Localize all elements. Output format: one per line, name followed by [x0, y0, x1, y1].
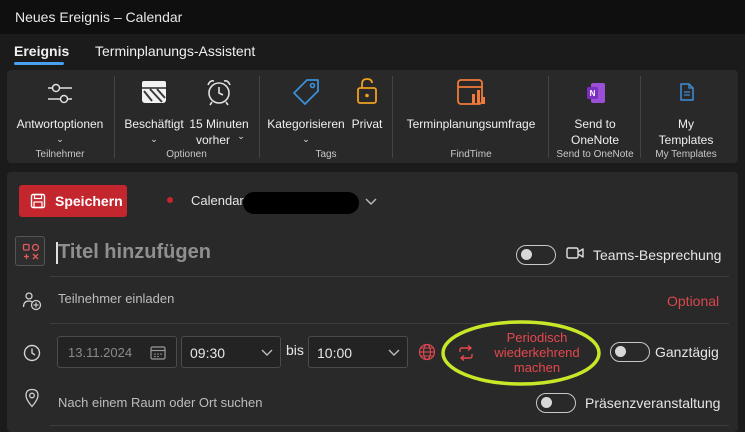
tag-icon	[293, 79, 319, 105]
calendar-selector[interactable]: Calendar	[165, 192, 385, 214]
tab-ereignis[interactable]: Ereignis	[14, 43, 69, 59]
divider	[50, 323, 729, 324]
window-title: Neues Ereignis – Calendar	[15, 9, 183, 25]
active-tab-indicator	[14, 62, 64, 65]
sliders-icon	[48, 83, 72, 104]
group-label-teilnehmer: Teilnehmer	[35, 149, 85, 160]
my-templates-button[interactable]: My Templates	[643, 76, 733, 148]
group-label-send-to-onenote: Send to OneNote	[556, 149, 634, 160]
until-label: bis	[286, 342, 304, 358]
all-day-label: Ganztägig	[655, 344, 719, 360]
recurring-label-line2: wiederkehrend	[494, 345, 580, 360]
terminplanungsumfrage-label: Terminplanungsumfrage	[406, 117, 536, 131]
redacted-account	[243, 192, 359, 214]
save-icon	[30, 193, 46, 209]
ribbon-separator	[548, 76, 549, 158]
poll-calendar-icon	[457, 79, 485, 105]
antwortoptionen-button[interactable]: Antwortoptionen ⌄	[9, 76, 111, 148]
title-input[interactable]: Titel hinzufügen	[58, 241, 211, 264]
chevron-down-icon: ⌄	[56, 134, 64, 144]
in-person-toggle[interactable]	[536, 393, 576, 413]
chevron-down-icon: ⌄	[302, 134, 310, 144]
reminder-label-line2: vorher	[195, 133, 230, 147]
location-input[interactable]: Nach einem Raum oder Ort suchen	[58, 395, 262, 410]
make-recurring-button[interactable]: Periodisch wiederkehrend machen	[455, 330, 595, 380]
end-time-value: 10:00	[317, 345, 353, 361]
privat-label: Privat	[351, 117, 383, 131]
toggle-knob	[541, 397, 552, 408]
template-document-icon	[680, 83, 694, 101]
send-to-onenote-label-line1: Send to	[574, 117, 616, 131]
group-label-optionen: Optionen	[166, 149, 207, 160]
send-to-onenote-label-line2: OneNote	[570, 133, 620, 147]
attendees-input[interactable]: Teilnehmer einladen	[58, 291, 174, 306]
end-time-select[interactable]: 10:00	[308, 336, 408, 368]
calendar-color-dot	[167, 197, 173, 203]
start-date-value: 13.11.2024	[68, 345, 133, 360]
onenote-icon: N	[587, 83, 605, 103]
category-picker-button[interactable]	[15, 236, 45, 266]
title-bar: Neues Ereignis – Calendar	[0, 0, 745, 34]
save-button[interactable]: Speichern	[19, 185, 127, 217]
my-templates-label-line2: Templates	[658, 133, 714, 147]
event-form: Speichern Calendar Titel hinzufügen Team…	[7, 172, 738, 432]
chevron-down-icon: ⌄	[237, 131, 245, 141]
tab-terminplanungs-assistent[interactable]: Terminplanungs-Assistent	[95, 43, 255, 59]
antwortoptionen-label: Antwortoptionen	[16, 117, 104, 131]
globe-timezone-icon[interactable]	[418, 343, 436, 361]
toggle-knob	[521, 249, 532, 260]
my-templates-label-line1: My	[678, 117, 694, 131]
add-people-icon	[22, 292, 42, 311]
ribbon-separator	[640, 76, 641, 158]
save-label: Speichern	[55, 193, 123, 209]
tab-bar: Ereignis Terminplanungs-Assistent	[0, 34, 745, 70]
all-day-toggle[interactable]	[610, 342, 650, 362]
recurring-label-line3: machen	[513, 360, 561, 375]
divider	[50, 276, 729, 277]
lock-icon	[357, 78, 377, 104]
reminder-button[interactable]: 15 Minuten vorher ⌄	[187, 76, 251, 148]
start-time-select[interactable]: 09:30	[181, 336, 281, 368]
ribbon-separator	[259, 76, 260, 158]
start-time-value: 09:30	[190, 345, 226, 361]
chevron-down-icon	[261, 349, 273, 356]
start-date-field[interactable]: 13.11.2024	[57, 336, 177, 368]
recurring-label-line1: Periodisch	[506, 330, 568, 345]
optional-attendees-link[interactable]: Optional	[667, 293, 719, 309]
teams-meeting-label: Teams-Besprechung	[593, 247, 722, 263]
chevron-down-icon: ⌄	[150, 134, 158, 144]
chevron-down-icon	[388, 349, 400, 356]
kategorisieren-button[interactable]: Kategorisieren ⌄	[265, 76, 347, 148]
teams-meeting-toggle[interactable]	[516, 245, 556, 265]
reminder-label-line1: 15 Minuten	[189, 117, 249, 131]
svg-text:N: N	[590, 89, 596, 98]
kategorisieren-label: Kategorisieren	[267, 117, 345, 131]
category-icon	[22, 243, 40, 260]
calendar-name: Calendar	[191, 193, 244, 208]
beschaeftigt-button[interactable]: Beschäftigt ⌄	[119, 76, 189, 148]
calendar-icon	[150, 346, 166, 360]
terminplanungsumfrage-button[interactable]: Terminplanungsumfrage	[400, 76, 542, 148]
ribbon-separator	[114, 76, 115, 158]
group-label-my-templates: My Templates	[655, 149, 717, 160]
clock-icon	[23, 344, 41, 362]
send-to-onenote-button[interactable]: N Send to OneNote	[552, 76, 638, 148]
in-person-label: Präsenzveranstaltung	[585, 395, 721, 411]
video-camera-icon	[566, 247, 584, 259]
group-label-tags: Tags	[315, 149, 337, 160]
alarm-clock-icon	[207, 80, 231, 106]
ribbon: Antwortoptionen ⌄ Teilnehmer Beschäftigt…	[7, 70, 738, 163]
privat-button[interactable]: Privat	[347, 76, 387, 148]
divider	[50, 425, 729, 426]
status-busy-icon	[142, 81, 166, 103]
location-pin-icon	[25, 388, 39, 408]
ribbon-separator	[392, 76, 393, 158]
chevron-down-icon	[365, 198, 377, 205]
group-label-findtime: FindTime	[450, 149, 492, 160]
toggle-knob	[615, 346, 626, 357]
repeat-icon	[459, 345, 473, 361]
beschaeftigt-label: Beschäftigt	[124, 117, 184, 131]
